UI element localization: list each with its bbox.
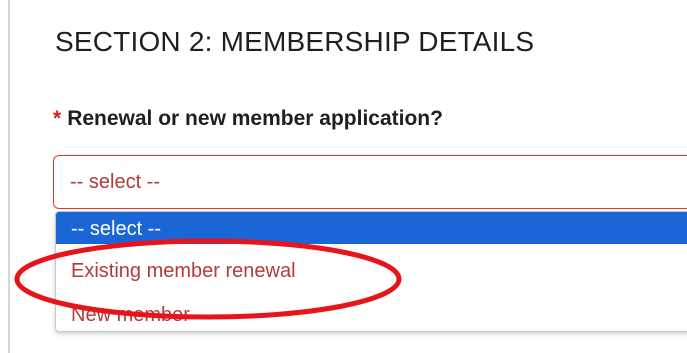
question-text: Renewal or new member application?	[67, 107, 443, 130]
required-marker: *	[53, 107, 62, 130]
option-existing-member-renewal[interactable]: Existing member renewal	[56, 252, 687, 290]
select-current-value: -- select --	[70, 171, 160, 193]
form-panel-border	[8, 0, 10, 353]
option-new-member[interactable]: New member	[56, 296, 687, 331]
option-select-placeholder[interactable]: -- select --	[56, 212, 687, 244]
question-label: * Renewal or new member application?	[53, 107, 443, 131]
membership-type-select[interactable]: -- select --	[53, 155, 687, 209]
form-page: SECTION 2: MEMBERSHIP DETAILS * Renewal o…	[0, 0, 687, 353]
membership-type-dropdown: -- select -- Existing member renewal New…	[55, 211, 687, 332]
section-title: SECTION 2: MEMBERSHIP DETAILS	[55, 26, 535, 57]
